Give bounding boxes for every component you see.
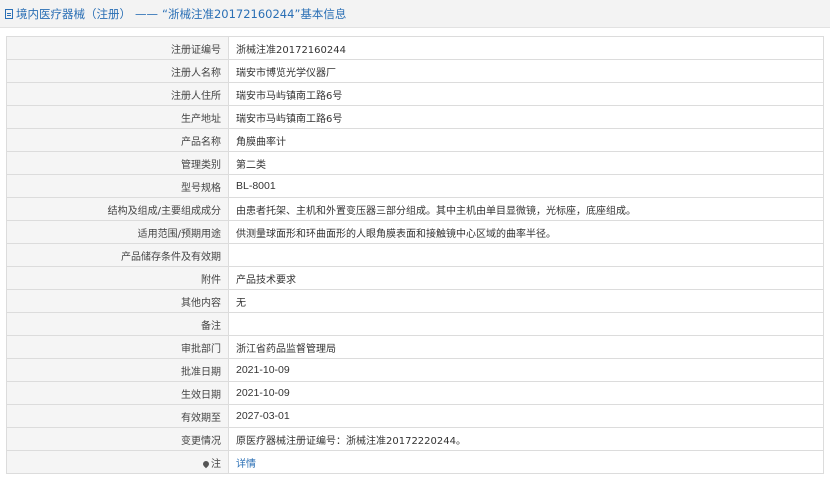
table-row: 结构及组成/主要组成成分 由患者托架、主机和外置变压器三部分组成。其中主机由单目… [6, 197, 824, 221]
table-row: 注册证编号 浙械注准20172160244 [6, 36, 824, 60]
row-label-intended-use: 适用范围/预期用途 [6, 220, 229, 244]
header-title: “浙械注准20172160244”基本信息 [162, 6, 347, 21]
row-value-attachments: 产品技术要求 [228, 266, 824, 290]
row-value-production-address: 瑞安市马屿镇南工路6号 [228, 105, 824, 129]
row-value-effective-date: 2021-10-09 [228, 381, 824, 405]
row-label-product-name: 产品名称 [6, 128, 229, 152]
row-label-other-content: 其他内容 [6, 289, 229, 313]
row-value-registration-number: 浙械注准20172160244 [228, 36, 824, 60]
row-label-registrant-address: 注册人住所 [6, 82, 229, 106]
table-row: 型号规格 BL-8001 [6, 174, 824, 198]
table-row: 有效期至 2027-03-01 [6, 404, 824, 428]
row-label-attachments: 附件 [6, 266, 229, 290]
table-row: 批准日期 2021-10-09 [6, 358, 824, 382]
table-row: 审批部门 浙江省药品监督管理局 [6, 335, 824, 359]
row-label-registration-number: 注册证编号 [6, 36, 229, 60]
table-row: 备注 [6, 312, 824, 336]
table-row: 注 详情 [6, 450, 824, 474]
row-label-registrant-name: 注册人名称 [6, 59, 229, 83]
table-row: 注册人名称 瑞安市博览光学仪器厂 [6, 59, 824, 83]
row-value-other-content: 无 [228, 289, 824, 313]
row-value-expiry-date: 2027-03-01 [228, 404, 824, 428]
row-label-production-address: 生产地址 [6, 105, 229, 129]
table-row: 变更情况 原医疗器械注册证编号：浙械注准20172220244。 [6, 427, 824, 451]
row-label-remarks: 备注 [6, 312, 229, 336]
header-category: 境内医疗器械（注册） [16, 6, 131, 21]
table-row: 其他内容 无 [6, 289, 824, 313]
table-row: 管理类别 第二类 [6, 151, 824, 175]
row-value-storage-conditions [228, 243, 824, 267]
table-row: 生产地址 瑞安市马屿镇南工路6号 [6, 105, 824, 129]
details-link[interactable]: 详情 [236, 459, 256, 470]
row-value-note: 详情 [228, 450, 824, 474]
row-value-approval-date: 2021-10-09 [228, 358, 824, 382]
table-row: 产品储存条件及有效期 [6, 243, 824, 267]
row-label-note: 注 [6, 450, 229, 474]
row-label-approval-date: 批准日期 [6, 358, 229, 382]
row-label-change-history: 变更情况 [6, 427, 229, 451]
row-value-registrant-name: 瑞安市博览光学仪器厂 [228, 59, 824, 83]
note-label-text: 注 [211, 458, 221, 470]
row-value-approval-department: 浙江省药品监督管理局 [228, 335, 824, 359]
row-value-product-name: 角膜曲率计 [228, 128, 824, 152]
table-row: 产品名称 角膜曲率计 [6, 128, 824, 152]
page-header: 境内医疗器械（注册） —— “浙械注准20172160244”基本信息 [0, 0, 830, 28]
row-label-management-category: 管理类别 [6, 151, 229, 175]
document-icon [5, 8, 13, 19]
row-label-expiry-date: 有效期至 [6, 404, 229, 428]
table-row: 注册人住所 瑞安市马屿镇南工路6号 [6, 82, 824, 106]
row-value-management-category: 第二类 [228, 151, 824, 175]
table-row: 适用范围/预期用途 供测量球面形和环曲面形的人眼角膜表面和接触镜中心区域的曲率半… [6, 220, 824, 244]
row-label-approval-department: 审批部门 [6, 335, 229, 359]
row-value-model-spec: BL-8001 [228, 174, 824, 198]
row-label-storage-conditions: 产品储存条件及有效期 [6, 243, 229, 267]
row-label-model-spec: 型号规格 [6, 174, 229, 198]
table-row: 附件 产品技术要求 [6, 266, 824, 290]
row-value-registrant-address: 瑞安市马屿镇南工路6号 [228, 82, 824, 106]
row-value-remarks [228, 312, 824, 336]
row-value-change-history: 原医疗器械注册证编号：浙械注准20172220244。 [228, 427, 824, 451]
header-separator: —— [135, 6, 158, 21]
table-row: 生效日期 2021-10-09 [6, 381, 824, 405]
row-label-effective-date: 生效日期 [6, 381, 229, 405]
row-value-intended-use: 供测量球面形和环曲面形的人眼角膜表面和接触镜中心区域的曲率半径。 [228, 220, 824, 244]
row-label-structure-composition: 结构及组成/主要组成成分 [6, 197, 229, 221]
info-table: 注册证编号 浙械注准20172160244 注册人名称 瑞安市博览光学仪器厂 注… [6, 36, 824, 474]
row-value-structure-composition: 由患者托架、主机和外置变压器三部分组成。其中主机由单目显微镜，光标座，底座组成。 [228, 197, 824, 221]
pin-icon [201, 459, 211, 468]
